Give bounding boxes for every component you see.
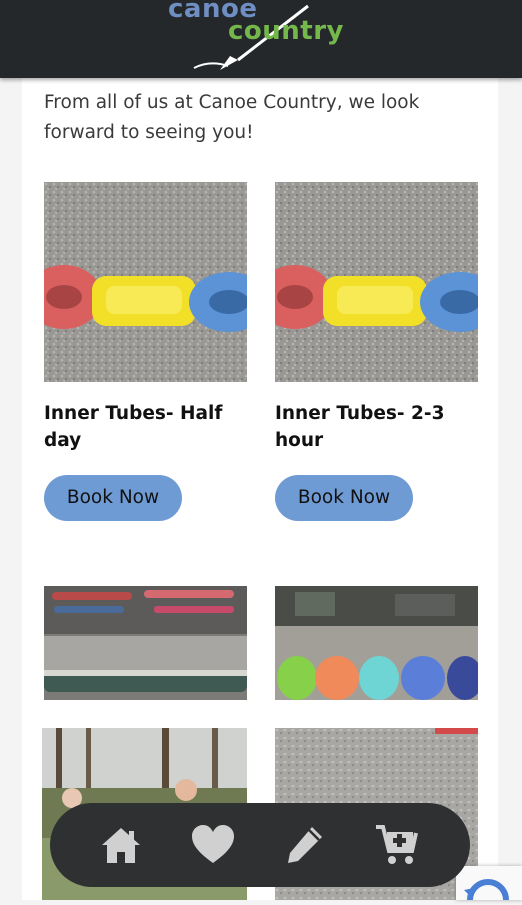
canoe-country-logo[interactable]: canoe country <box>166 0 361 78</box>
bottom-nav-bar <box>50 803 470 887</box>
recaptcha-badge[interactable] <box>456 866 522 901</box>
pencil-icon[interactable] <box>282 823 328 867</box>
inner-tubes-image <box>44 182 247 382</box>
site-header: canoe country <box>0 0 522 78</box>
colorful-kayaks-photo[interactable] <box>275 586 478 700</box>
main-content: From all of us at Canoe Country, we look… <box>22 78 498 900</box>
product-title[interactable]: Inner Tubes- 2-3 hour <box>275 400 485 454</box>
intro-text: From all of us at Canoe Country, we look… <box>44 92 420 143</box>
inner-tubes-image <box>275 182 478 382</box>
recaptcha-icon <box>464 879 509 901</box>
logo-word-country: country <box>228 16 344 46</box>
canoes-image <box>44 586 247 700</box>
inner-tubes-photo[interactable] <box>275 182 478 382</box>
heart-icon[interactable] <box>190 823 236 867</box>
inner-tubes-photo[interactable] <box>44 182 247 382</box>
book-now-button[interactable]: Book Now <box>44 475 182 521</box>
canoes-on-racks-photo[interactable] <box>44 586 247 700</box>
kayaks-image <box>275 586 478 700</box>
home-icon[interactable] <box>98 823 144 867</box>
product-title[interactable]: Inner Tubes- Half day <box>44 400 254 454</box>
cart-add-icon[interactable] <box>374 823 420 867</box>
book-now-button[interactable]: Book Now <box>275 475 413 521</box>
